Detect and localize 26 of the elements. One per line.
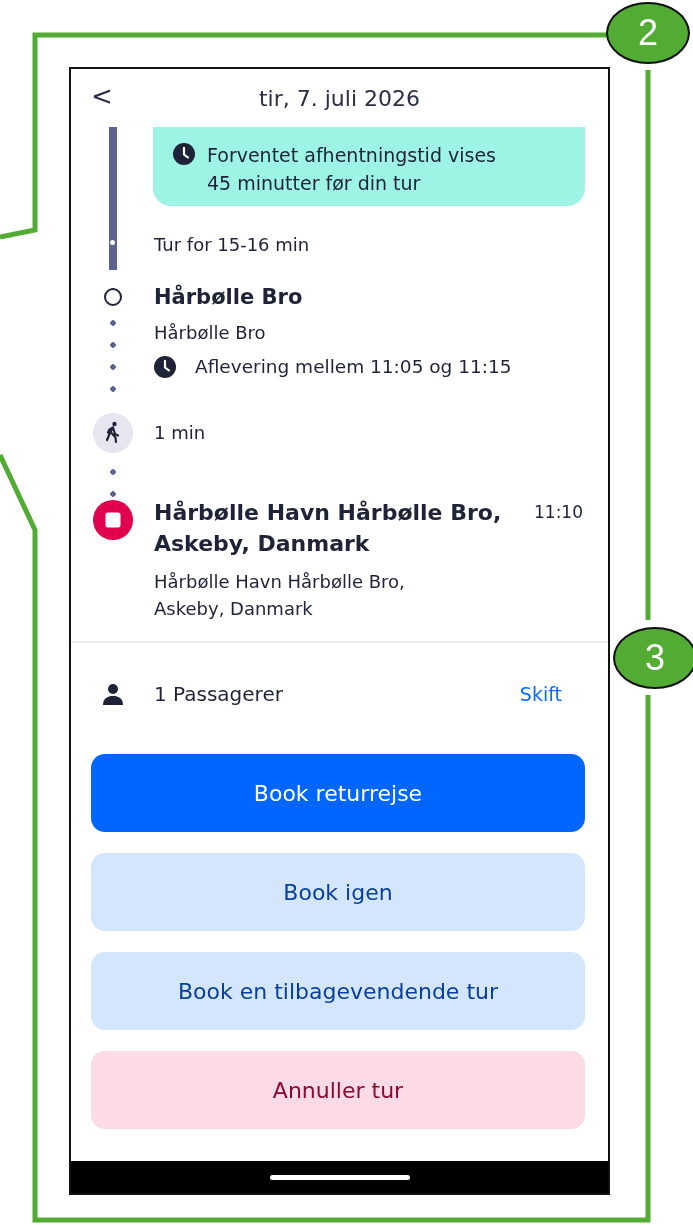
person-icon [100,682,125,706]
walk-duration: 1 min [154,421,207,445]
change-passengers-link[interactable]: Skift [519,683,562,705]
secondary-button[interactable]: Book igen [91,853,585,931]
stop-title: Hårbølle Bro [154,283,304,311]
passenger-count: 1 Passagerer [154,682,284,706]
destination-stop-icon [92,500,133,540]
trip-duration: Tur for 15-16 min [154,233,311,257]
secondary-button[interactable]: Book en tilbagevendende tur [91,952,585,1030]
stop-address: Hårbølle Bro [154,321,267,345]
notice-text: Forventet afhentningstid vises 45 minutter før din tur [207,143,496,196]
annotation-badge: 2 [606,2,690,64]
primary-button[interactable]: Book returrejse [91,754,585,832]
destination-address: Hårbølle Havn Hårbølle Bro, Askeby, Danmark [154,570,406,621]
annotation-badge: 3 [613,627,693,689]
clock-icon [173,143,195,165]
destination-title: Hårbølle Havn Hårbølle Bro, Askeby, Danmark [154,499,503,558]
screen-title: tir, 7. juli 2026 [259,85,420,111]
arrival-time: 11:10 [534,501,584,524]
dropoff-window: Aflevering mellem 11:05 og 11:15 [195,354,512,380]
walking-person-icon [92,413,133,453]
stop-circle-icon [103,288,122,306]
home-indicator[interactable] [269,1174,410,1180]
clock-icon [154,356,176,378]
back-button[interactable]: < [87,81,117,111]
cancel-button[interactable]: Annuller tur [91,1051,585,1129]
